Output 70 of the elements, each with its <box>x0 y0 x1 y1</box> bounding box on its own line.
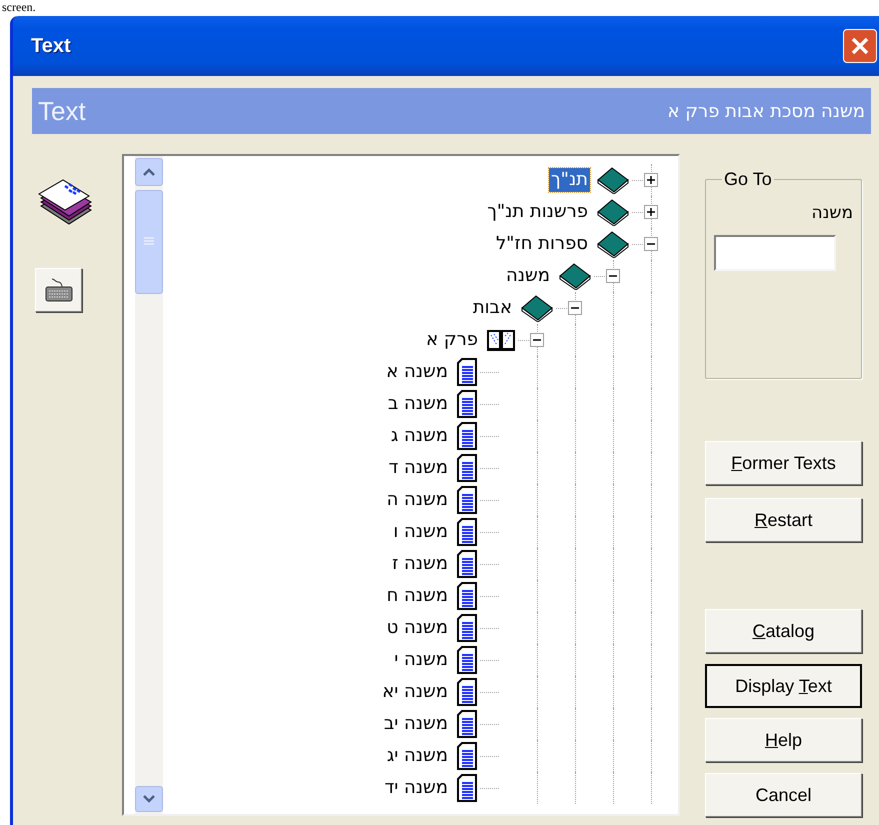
caption-text: screen. <box>2 0 36 14</box>
header-title: Text <box>38 94 86 128</box>
book-icon <box>596 230 630 258</box>
keyboard-icon <box>44 277 74 303</box>
tree-item[interactable]: משנה ז <box>390 552 450 576</box>
tree-item[interactable]: משנה א <box>384 360 450 384</box>
scroll-up-button[interactable] <box>135 158 163 186</box>
page-icon <box>456 390 478 418</box>
collapse-toggle[interactable] <box>644 237 658 251</box>
dialog-button[interactable]: Catalog <box>705 609 862 653</box>
page-icon <box>456 742 478 770</box>
close-icon <box>850 36 870 56</box>
tree-item[interactable]: משנה יא <box>380 680 450 704</box>
tree-item[interactable]: משנה ט <box>384 616 450 640</box>
goto-legend: Go To <box>722 166 774 193</box>
header-path: משנה מסכת אבות פרק א <box>668 100 865 124</box>
tree-item[interactable]: משנה ח <box>384 584 450 608</box>
book-icon <box>596 166 630 194</box>
book-icon <box>596 198 630 226</box>
page-icon <box>456 710 478 738</box>
tree-item[interactable]: משנה יב <box>382 712 450 736</box>
expand-toggle[interactable] <box>644 205 658 219</box>
page-icon <box>456 550 478 578</box>
page-icon <box>456 454 478 482</box>
tree-item[interactable]: משנה <box>504 264 552 288</box>
collapse-toggle[interactable] <box>530 333 544 347</box>
tree-item[interactable]: משנה ד <box>386 456 450 480</box>
goto-input[interactable] <box>714 234 836 270</box>
plus-icon <box>647 176 655 184</box>
scroll-down-button[interactable] <box>135 786 163 812</box>
expand-toggle[interactable] <box>644 173 658 187</box>
tree-item[interactable]: משנה יג <box>384 744 450 768</box>
collapse-toggle[interactable] <box>568 301 582 315</box>
tree-item[interactable]: פרק א <box>424 328 480 352</box>
dialog-button[interactable]: Restart <box>705 498 862 542</box>
tree-item[interactable]: משנה ב <box>386 392 450 416</box>
page-icon <box>456 518 478 546</box>
plus-icon <box>647 208 655 216</box>
page-icon <box>456 358 478 386</box>
tree-item[interactable]: ספרות חז"ל <box>494 232 590 256</box>
tree-item[interactable]: משנה יד <box>382 776 450 800</box>
dialog-button[interactable]: Cancel <box>705 773 862 817</box>
tree-item[interactable]: אבות <box>470 296 514 320</box>
window-title: Text <box>31 34 71 59</box>
tree-item[interactable]: פרשנות תנ"ך <box>485 200 590 224</box>
page-icon <box>456 486 478 514</box>
book-icon <box>558 262 592 290</box>
dialog-button[interactable]: Help <box>705 718 862 762</box>
scroll-thumb[interactable] <box>135 190 163 294</box>
book-icon <box>520 294 554 322</box>
dialog-button[interactable]: Former Texts <box>705 441 862 485</box>
page-icon <box>456 582 478 610</box>
tree-item[interactable]: משנה ו <box>391 520 450 544</box>
collapse-toggle[interactable] <box>606 269 620 283</box>
scrollbar[interactable] <box>135 156 163 814</box>
tree-item[interactable]: תנ"ך <box>549 168 590 192</box>
tree-item[interactable]: משנה ג <box>388 424 450 448</box>
page-icon <box>456 774 478 802</box>
open-book-icon <box>486 328 516 352</box>
keyboard-button[interactable] <box>35 268 82 312</box>
grip-icon <box>143 237 155 247</box>
page-icon <box>456 422 478 450</box>
goto-label: משנה <box>811 202 853 225</box>
page-icon <box>456 678 478 706</box>
tree-item[interactable]: משנה ה <box>384 488 450 512</box>
dialog-button[interactable]: Display Text <box>705 664 862 708</box>
page-icon <box>456 614 478 642</box>
page-icon <box>456 646 478 674</box>
close-button[interactable] <box>843 29 877 63</box>
tree-item[interactable]: משנה י <box>392 648 450 672</box>
